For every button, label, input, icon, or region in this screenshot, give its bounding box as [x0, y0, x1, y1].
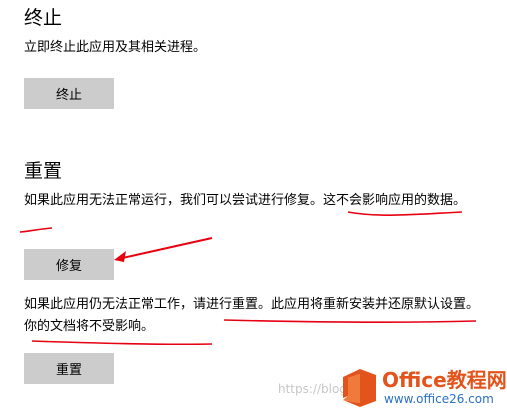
repair-button[interactable]: 修复: [24, 249, 114, 280]
arrow-line: [117, 237, 213, 260]
logo-title: Office教程网: [382, 368, 507, 392]
app-advanced-options-panel: 终止 立即终止此应用及其相关进程。 终止 重置 如果此应用无法正常运行，我们可以…: [0, 0, 507, 414]
office-logo: Office教程网 www.office26.com: [340, 368, 507, 410]
terminate-heading: 终止: [24, 7, 63, 29]
reset-button[interactable]: 重置: [24, 353, 114, 384]
repair-description: 如果此应用无法正常运行，我们可以尝试进行修复。这不会影响应用的数据。: [24, 193, 467, 208]
terminate-description: 立即终止此应用及其相关进程。: [24, 40, 207, 55]
terminate-button[interactable]: 终止: [24, 78, 114, 109]
arrow-head-icon: [114, 251, 126, 262]
reset-description: 如果此应用仍无法正常工作，请进行重置。此应用将重新安装并还原默认设置。你的文档将…: [24, 297, 480, 334]
logo-url: www.office26.com: [384, 392, 494, 406]
reset-heading: 重置: [24, 160, 63, 182]
underline-mark: [347, 211, 463, 216]
office-logo-icon: [343, 369, 376, 407]
underline-mark: [19, 227, 53, 233]
underline-mark: [31, 340, 213, 346]
